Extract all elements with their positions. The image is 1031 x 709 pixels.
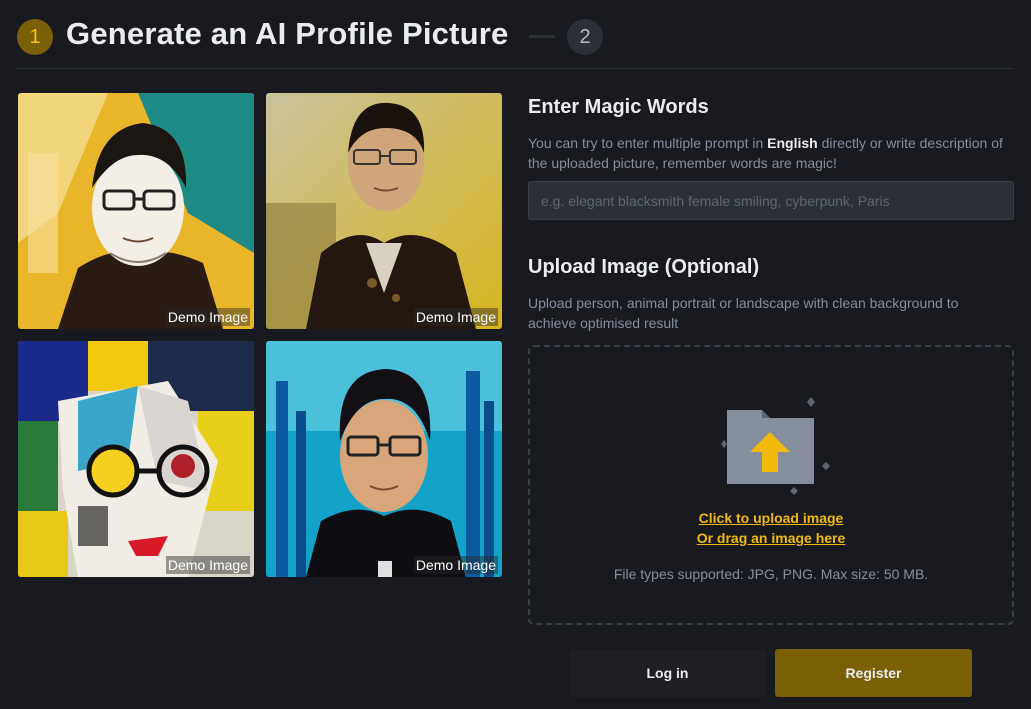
page-header: 1 Generate an AI Profile Picture 2 [0,0,1031,70]
demo-image-3: Demo Image [18,341,254,577]
magic-words-description: You can try to enter multiple prompt in … [528,133,1018,173]
step-connector [529,35,555,38]
demo-image-2: Demo Image [266,93,502,329]
prompt-input[interactable] [528,181,1014,220]
demo-image-4: Demo Image [266,341,502,577]
login-button[interactable]: Log in [569,649,766,697]
step-1-badge: 1 [17,19,53,55]
drag-image-link[interactable]: Or drag an image here [530,530,1012,546]
folder-upload-icon [721,397,830,495]
portrait-oil-image [266,93,502,329]
demo-image-label: Demo Image [165,556,250,574]
demo-image-1: Demo Image [18,93,254,329]
register-button[interactable]: Register [775,649,972,697]
portrait-cyber-image [266,341,502,577]
portrait-sketch-image [18,93,254,329]
click-to-upload-link[interactable]: Click to upload image [530,510,1012,526]
demo-image-label: Demo Image [165,308,250,326]
page-title: Generate an AI Profile Picture [66,16,509,51]
upload-description: Upload person, animal portrait or landsc… [528,295,959,331]
demo-gallery: Demo Image Demo Image Demo Image Demo Im… [18,93,502,577]
demo-image-label: Demo Image [413,556,498,574]
step-2-badge: 2 [567,19,603,55]
upload-dropzone[interactable]: Click to upload image Or drag an image h… [528,345,1014,625]
magic-words-desc-emphasis: English [767,135,818,151]
magic-words-desc-text: You can try to enter multiple prompt in [528,135,768,151]
file-types-note: File types supported: JPG, PNG. Max size… [613,566,929,582]
magic-words-heading: Enter Magic Words [528,96,709,118]
upload-heading: Upload Image (Optional) [528,256,760,278]
portrait-cubist-image [18,341,254,577]
demo-image-label: Demo Image [413,308,498,326]
header-divider [17,68,1014,69]
